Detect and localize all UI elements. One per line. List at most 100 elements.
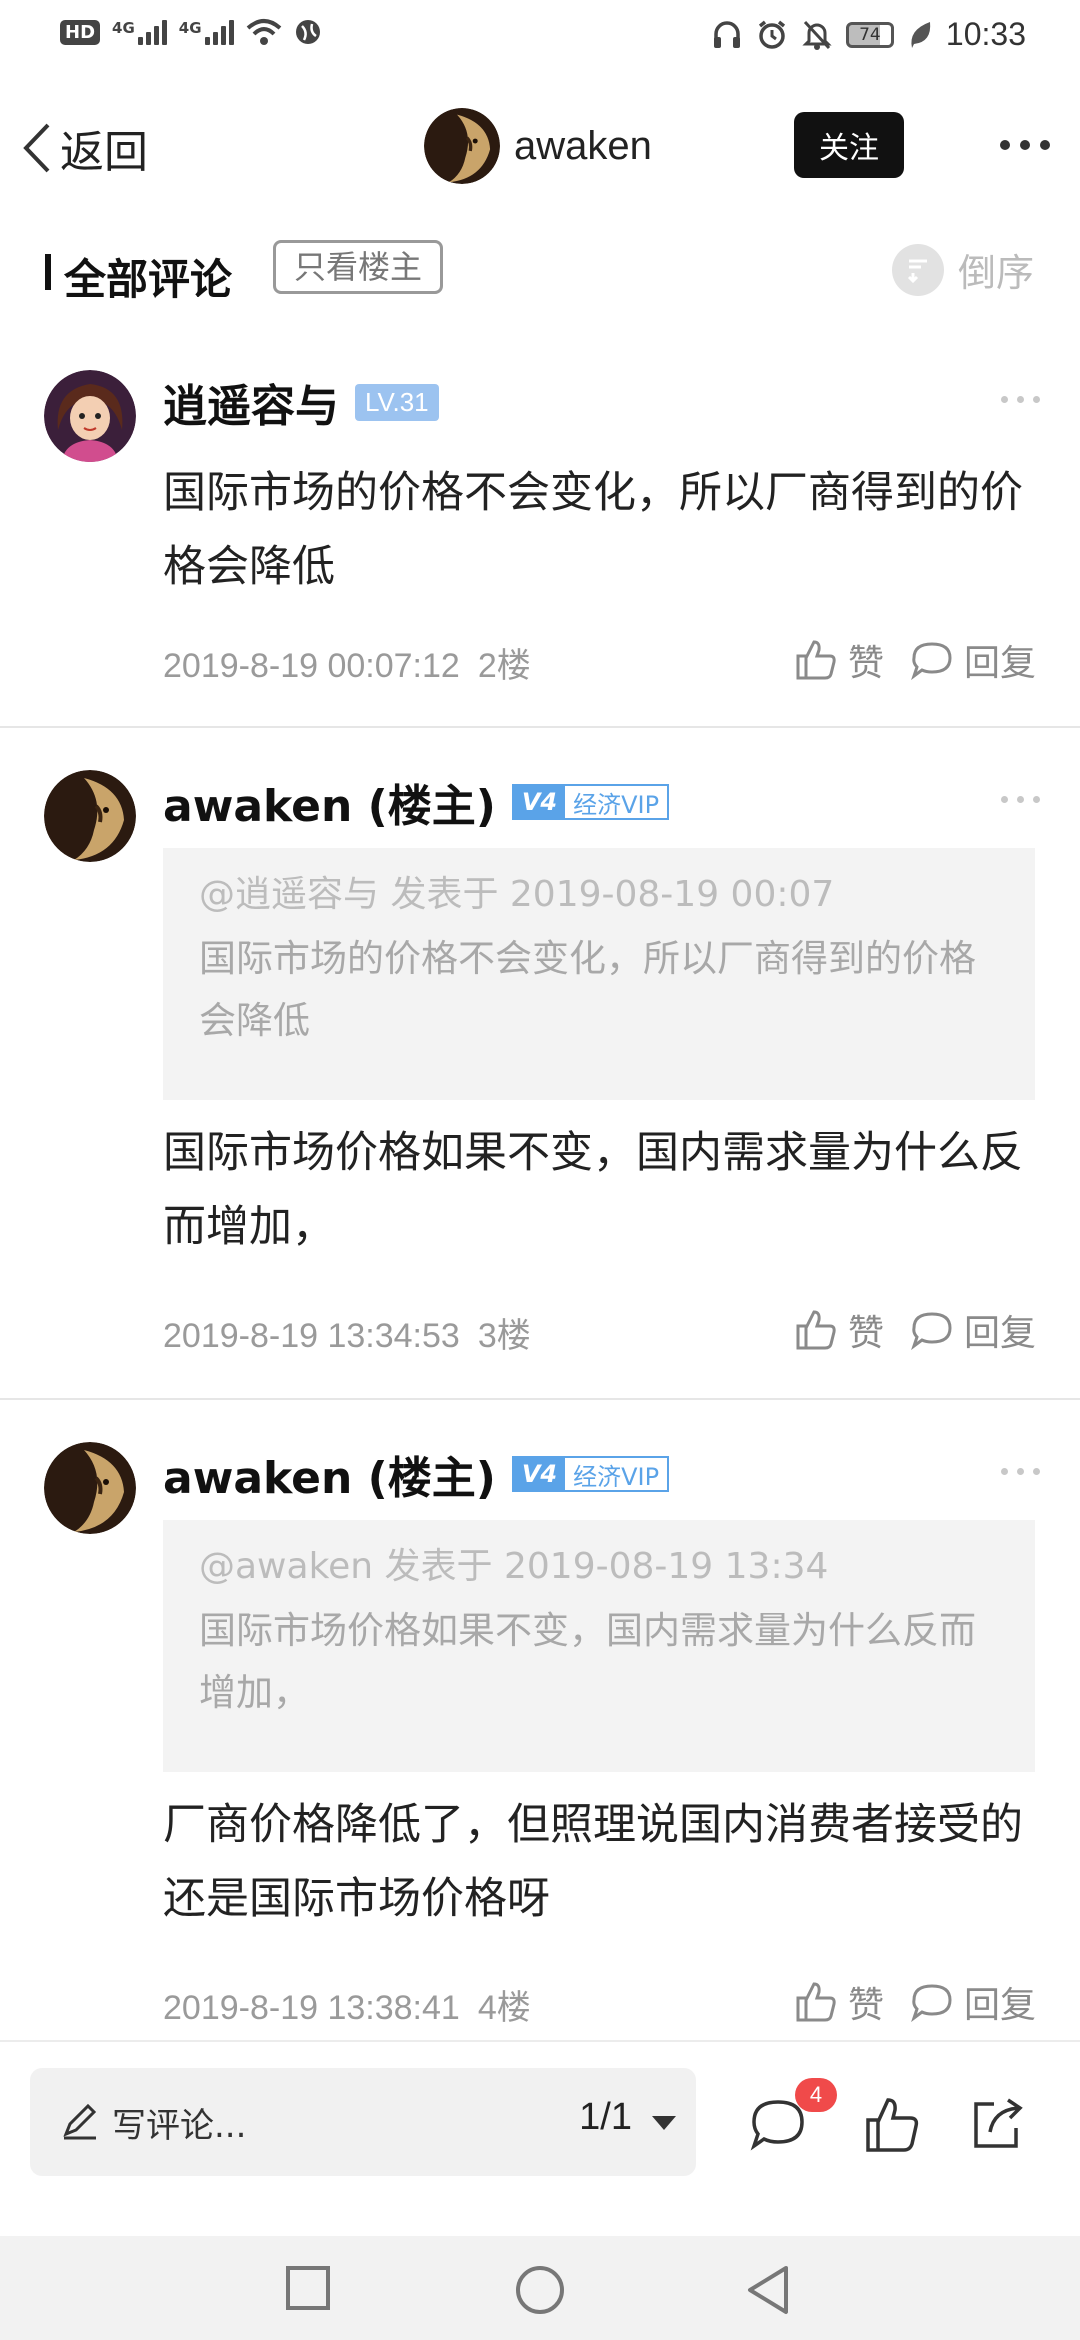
comment-floor: 4楼 [477,1989,531,2027]
reply-button[interactable]: 回复 [910,1976,1036,2028]
share-icon[interactable] [968,2096,1026,2152]
reply-icon [911,1312,952,1350]
chevron-down-icon[interactable] [652,2116,676,2130]
like-icon [796,640,836,680]
nav-square-icon[interactable] [284,2264,332,2312]
divider [0,726,1080,728]
status-left: HD 4G 4G [60,18,322,46]
sort-icon [891,243,944,296]
avatar[interactable] [424,108,500,184]
section-marker [45,254,51,290]
comment-time: 2019-8-19 00:07:12 [163,647,460,685]
comment-meta: 2019-8-19 00:07:12 2楼 [163,638,549,687]
vip-badge: V4 经济VIP [511,1456,670,1492]
comment-actions: 赞 回复 [794,1976,1036,2028]
quote-text: 国际市场价格如果不变，国内需求量为什么反而增加， [199,1609,976,1714]
bottom-action-bar: 写评论... 1/1 4 [0,2040,1080,2238]
avatar[interactable] [44,1442,136,1534]
follow-button[interactable]: 关注 [794,112,904,178]
reply-button[interactable]: 回复 [910,1304,1036,1356]
like-label: 赞 [847,643,884,684]
status-right: 74 10:33 [712,16,1026,53]
alarm-icon [758,20,786,49]
comment-text: 国际市场价格如果不变，国内需求量为什么反而增加， [163,1128,1023,1252]
comment-time: 2019-8-19 13:34:53 [163,1317,460,1355]
comment-floor: 2楼 [477,647,531,685]
nav-back-icon[interactable] [744,2264,792,2316]
back-chevron-icon [23,123,50,173]
globe-icon [295,20,320,44]
op-user[interactable]: awaken [424,108,652,184]
comment-item: awaken (楼主) V4 经济VIP @awaken 发表于 2019-08-… [0,1442,1080,2042]
comment-item: 逍遥容与 LV.31 国际市场的价格不会变化，所以厂商得到的价格会降低 2019… [0,370,1080,730]
like-button[interactable]: 赞 [794,634,884,686]
comment-meta: 2019-8-19 13:34:53 3楼 [163,1308,549,1357]
like-label: 赞 [847,1985,884,2026]
signal-icon: 4G [112,19,167,45]
like-button[interactable]: 赞 [794,1304,884,1356]
vip-badge: V4 经济VIP [511,784,670,820]
like-icon [796,1982,836,2022]
system-nav-bar [0,2236,1080,2340]
reply-label: 回复 [963,643,1036,684]
back-label: 返回 [60,127,148,178]
comment-text: 厂商价格降低了，但照理说国内消费者接受的还是国际市场价格呀 [163,1800,1023,1924]
comment-actions: 赞 回复 [794,634,1036,686]
comment-header: awaken (楼主) V4 经济VIP [163,770,670,834]
more-icon[interactable] [1001,396,1040,403]
comment-text: 国际市场的价格不会变化，所以厂商得到的价格会降低 [163,468,1023,592]
like-label: 赞 [847,1313,884,1354]
mute-bell-icon [802,20,832,50]
comment-author[interactable]: awaken (楼主) [163,1442,496,1506]
comment-author[interactable]: 逍遥容与 [163,370,339,434]
quoted-comment[interactable]: @逍遥容与 发表于 2019-08-19 00:07 国际市场的价格不会变化，所… [163,848,1035,1100]
comment-item: awaken (楼主) V4 经济VIP @逍遥容与 发表于 2019-08-19… [0,770,1080,1390]
hd-icon: HD [60,19,101,45]
more-icon[interactable] [1001,796,1040,803]
sort-label: 倒序 [957,251,1034,295]
comment-author[interactable]: awaken (楼主) [163,770,496,834]
comment-header: 逍遥容与 LV.31 [163,370,439,434]
reply-button[interactable]: 回复 [910,634,1036,686]
like-button[interactable]: 赞 [794,1976,884,2028]
clock: 10:33 [945,16,1026,52]
reply-icon [911,642,952,680]
leaf-icon [911,21,931,48]
comment-actions: 赞 回复 [794,1304,1036,1356]
top-nav: 返回 awaken 关注 [0,100,1080,194]
only-op-button[interactable]: 只看楼主 [273,240,444,294]
thumb-up-icon[interactable] [862,2096,922,2154]
quote-meta: @逍遥容与 发表于 2019-08-19 00:07 [199,874,835,915]
comment-time: 2019-8-19 13:38:41 [163,1989,460,2027]
all-comments-title: 全部评论 [64,255,233,304]
reply-label: 回复 [963,1985,1036,2026]
more-icon[interactable] [1001,1468,1040,1475]
headset-icon [713,20,740,48]
quote-meta: @awaken 发表于 2019-08-19 13:34 [199,1546,829,1587]
signal-icon-2: 4G [179,19,234,45]
quoted-comment[interactable]: @awaken 发表于 2019-08-19 13:34 国际市场价格如果不变，… [163,1520,1035,1772]
quote-text: 国际市场的价格不会变化，所以厂商得到的价格会降低 [199,937,976,1042]
comment-filter-row: 全部评论 只看楼主 倒序 [0,238,1080,304]
nav-circle-icon[interactable] [514,2264,566,2316]
level-badge: LV.31 [355,383,439,421]
more-icon[interactable] [1000,140,1050,150]
back-button[interactable]: 返回 [22,116,148,180]
pen-icon [63,2103,97,2140]
sort-button[interactable]: 倒序 [891,242,1034,297]
battery-icon: 74 [845,21,894,48]
avatar[interactable] [44,770,136,862]
page-indicator[interactable]: 1/1 [579,2096,632,2139]
comment-floor: 3楼 [477,1317,531,1355]
write-comment-input[interactable]: 写评论... 1/1 [30,2068,696,2176]
divider [0,1398,1080,1400]
comment-meta: 2019-8-19 13:38:41 4楼 [163,1980,549,2029]
avatar[interactable] [44,370,136,462]
like-icon [796,1310,836,1350]
reply-label: 回复 [963,1313,1036,1354]
op-username[interactable]: awaken [514,124,652,169]
comment-header: awaken (楼主) V4 经济VIP [163,1442,670,1506]
comment-count-badge: 4 [795,2078,837,2112]
write-placeholder: 写评论... [112,2106,247,2146]
reply-icon [911,1984,952,2022]
